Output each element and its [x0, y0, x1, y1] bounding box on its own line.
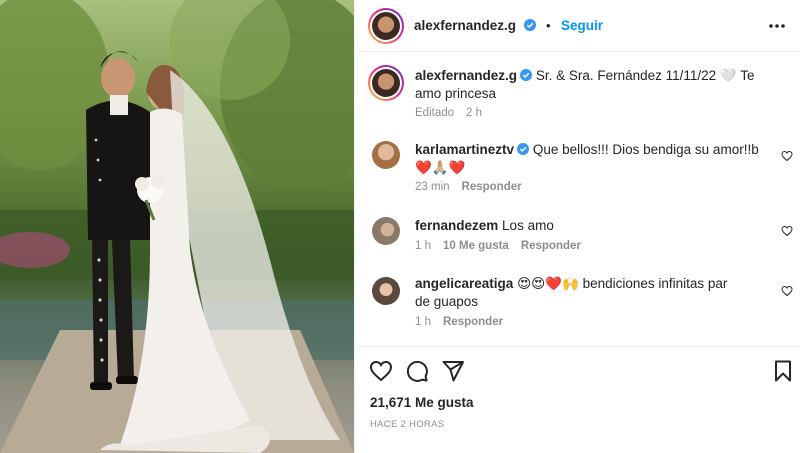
more-options-icon[interactable] — [767, 16, 787, 36]
comment-meta: 23 min Responder — [415, 181, 534, 193]
bookmark-icon[interactable] — [771, 359, 795, 383]
comment-age[interactable]: 23 min — [415, 181, 450, 193]
comment-age[interactable]: 1 h — [415, 316, 431, 328]
commenter-avatar[interactable] — [372, 277, 400, 305]
comment-username[interactable]: angelicareatiga — [415, 276, 513, 291]
comment-text-block: fernandezem Los amo — [415, 217, 765, 235]
commenter-avatar[interactable] — [372, 141, 400, 169]
post-photo[interactable] — [0, 0, 354, 453]
likes-count[interactable]: 21,671 Me gusta — [370, 395, 474, 410]
heart-icon[interactable] — [369, 359, 393, 383]
edited-label: Editado — [415, 107, 455, 119]
caption-age[interactable]: 2 h — [466, 107, 482, 119]
commenter-avatar[interactable] — [372, 217, 400, 245]
comment-text: Los amo — [502, 218, 554, 233]
wedding-photo-illustration — [0, 0, 354, 453]
caption-text-block: alexfernandez.g Sr. & Sra. Fernández 11/… — [415, 67, 775, 103]
heart-icon[interactable] — [781, 225, 793, 237]
comment-meta: 1 h Responder — [415, 316, 515, 328]
header-user-line: alexfernandez.g • Seguir — [414, 17, 603, 35]
comment-text-block: karlamartineztv Que bellos!!! Dios bendi… — [415, 141, 765, 177]
comment-username[interactable]: fernandezem — [415, 218, 498, 233]
comment-age[interactable]: 1 h — [415, 240, 431, 252]
verified-badge-icon — [520, 69, 533, 81]
caption-username[interactable]: alexfernandez.g — [415, 68, 517, 83]
comments-list[interactable]: alexfernandez.g Sr. & Sra. Fernández 11/… — [355, 53, 800, 345]
author-avatar[interactable] — [368, 8, 404, 44]
comment-username[interactable]: karlamartineztv — [415, 142, 514, 157]
heart-icon[interactable] — [781, 285, 793, 297]
share-icon[interactable] — [441, 359, 465, 383]
post-actions: 21,671 Me gusta HACE 2 HORAS — [355, 346, 800, 453]
separator-dot: • — [545, 18, 551, 33]
caption-avatar[interactable] — [368, 65, 404, 101]
comment-icon[interactable] — [405, 359, 429, 383]
post-timestamp[interactable]: HACE 2 HORAS — [370, 419, 444, 430]
post-header: alexfernandez.g • Seguir — [355, 0, 800, 52]
reply-button[interactable]: Responder — [462, 181, 522, 193]
post-detail-panel: alexfernandez.g • Seguir alexfernandez.g… — [354, 0, 800, 453]
verified-badge-icon — [523, 19, 536, 31]
reply-button[interactable]: Responder — [443, 316, 503, 328]
heart-icon[interactable] — [781, 150, 793, 162]
reply-button[interactable]: Responder — [521, 240, 581, 252]
caption-meta: Editado 2 h — [415, 107, 494, 119]
follow-button[interactable]: Seguir — [561, 18, 603, 33]
author-username[interactable]: alexfernandez.g — [414, 18, 516, 33]
verified-badge-icon — [517, 143, 530, 155]
comment-text-block: angelicareatiga 😍😍❤️🙌 bendiciones infini… — [415, 275, 745, 311]
comment-meta: 1 h 10 Me gusta Responder — [415, 240, 593, 252]
comment-likes[interactable]: 10 Me gusta — [443, 240, 509, 252]
